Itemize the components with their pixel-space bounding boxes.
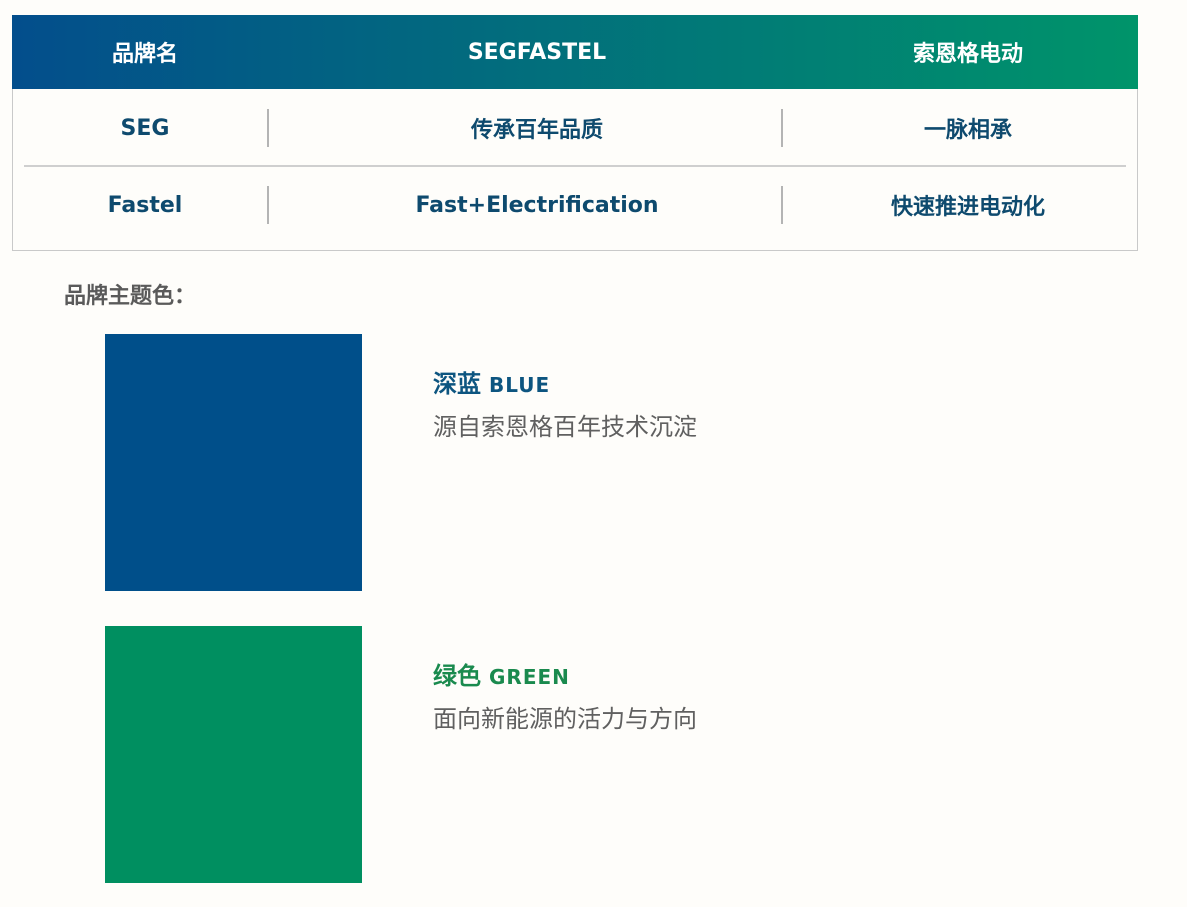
column-divider <box>781 186 783 224</box>
table-row-fastel: Fastel Fast+Electrification 快速推进电动化 <box>13 167 1137 243</box>
blue-color-info: 深蓝 BLUE 源自索恩格百年技术沉淀 <box>433 367 697 442</box>
green-color-info: 绿色 GREEN 面向新能源的活力与方向 <box>433 659 697 734</box>
green-color-swatch <box>105 626 362 883</box>
page: 品牌名 SEGFASTEL 索恩格电动 SEG 传承百年品质 一脉相承 Fast… <box>0 0 1187 907</box>
blue-color-swatch <box>105 334 362 591</box>
header-cell-segfastel: SEGFASTEL <box>467 39 607 65</box>
column-divider <box>267 109 269 147</box>
green-color-description: 面向新能源的活力与方向 <box>433 705 697 733</box>
green-name-cn: 绿色 <box>433 662 481 690</box>
row-cell-part: SEG <box>120 115 170 141</box>
table-row-seg: SEG 传承百年品质 一脉相承 <box>13 90 1137 166</box>
header-cell-brand-name: 品牌名 <box>111 42 178 67</box>
row-cell-chinese: 一脉相承 <box>923 118 1012 143</box>
blue-color-name: 深蓝 BLUE <box>433 367 697 402</box>
row-cell-meaning: Fast+Electrification <box>415 192 659 218</box>
column-divider <box>781 109 783 147</box>
blue-name-cn: 深蓝 <box>433 370 481 398</box>
row-cell-part: Fastel <box>107 192 183 218</box>
row-cell-meaning: 传承百年品质 <box>470 118 603 143</box>
green-name-en: GREEN <box>489 665 570 689</box>
table-header: 品牌名 SEGFASTEL 索恩格电动 <box>12 15 1138 89</box>
header-cell-chinese-name: 索恩格电动 <box>912 42 1023 67</box>
column-divider <box>267 186 269 224</box>
theme-color-heading: 品牌主题色： <box>64 284 197 309</box>
row-cell-chinese: 快速推进电动化 <box>890 195 1045 220</box>
blue-color-description: 源自索恩格百年技术沉淀 <box>433 413 697 441</box>
brand-name-table: 品牌名 SEGFASTEL 索恩格电动 SEG 传承百年品质 一脉相承 Fast… <box>12 15 1138 251</box>
green-color-name: 绿色 GREEN <box>433 659 697 694</box>
blue-name-en: BLUE <box>489 373 551 397</box>
